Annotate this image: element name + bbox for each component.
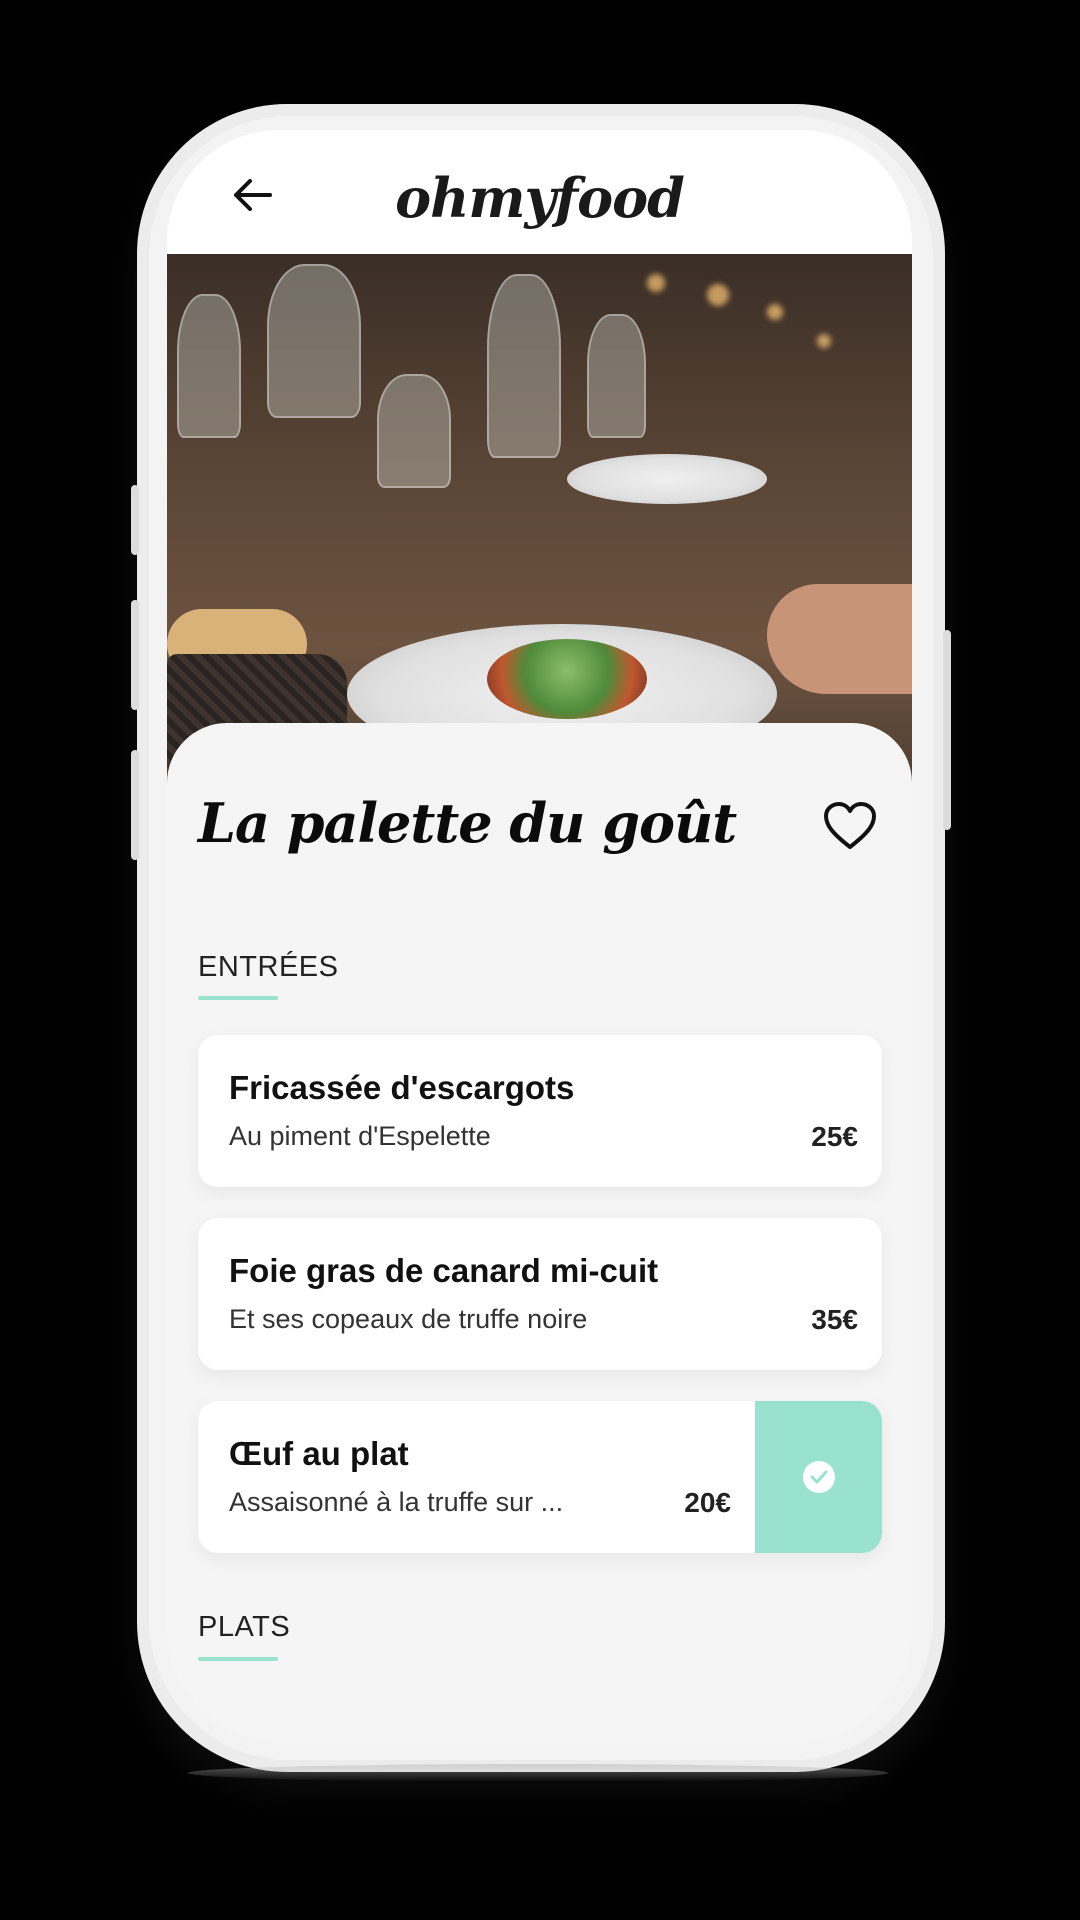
section-title-plats: PLATS — [198, 1611, 291, 1643]
menu-item-card[interactable]: Foie gras de canard mi-cuit Et ses copea… — [198, 1218, 882, 1370]
phone-side-button — [943, 630, 951, 830]
dish-description: Au piment d'Espelette — [229, 1121, 491, 1151]
image-wine-glass — [177, 294, 241, 438]
dish-description: Assaisonné à la truffe sur ... — [229, 1487, 564, 1517]
restaurant-title: La palette du goût — [198, 791, 737, 855]
dish-name: Fricassée d'escargots — [229, 1069, 575, 1106]
menu-item-card-selected[interactable]: Œuf au plat Assaisonné à la truffe sur .… — [198, 1401, 882, 1553]
phone-shadow — [188, 1764, 888, 1782]
dish-name: Foie gras de canard mi-cuit — [229, 1252, 659, 1289]
app-screen: ohmyfood La palette du goût ENTRÉES Fric… — [167, 130, 912, 1742]
image-food — [487, 639, 647, 719]
image-hand — [767, 584, 912, 694]
app-logo: ohmyfood — [395, 166, 685, 230]
dish-description: Et ses copeaux de truffe noire — [229, 1304, 588, 1334]
dish-price: 25€ — [811, 1121, 858, 1152]
image-bottle — [487, 274, 561, 458]
section-title-entrees: ENTRÉES — [198, 951, 339, 983]
phone-side-button — [131, 600, 139, 710]
app-header: ohmyfood — [167, 130, 912, 254]
dish-price: 20€ — [684, 1487, 731, 1518]
dish-name: Œuf au plat — [229, 1435, 409, 1472]
image-water-glass — [377, 374, 451, 488]
check-circle-icon — [802, 1461, 835, 1493]
image-wine-glass — [587, 314, 646, 438]
section-underline — [198, 1657, 278, 1661]
image-bokeh — [707, 284, 729, 306]
heart-outline-icon — [824, 802, 876, 849]
selected-indicator — [755, 1401, 882, 1553]
menu-item-card[interactable]: Fricassée d'escargots Au piment d'Espele… — [198, 1035, 882, 1187]
phone-side-button — [131, 750, 139, 860]
menu-content: La palette du goût ENTRÉES Fricassée d'e… — [167, 723, 912, 1742]
image-bokeh — [647, 274, 665, 292]
favorite-button[interactable] — [822, 801, 878, 851]
dish-price: 35€ — [811, 1304, 858, 1335]
phone-side-button — [131, 485, 139, 555]
image-bokeh — [817, 334, 831, 348]
image-plate — [567, 454, 767, 504]
section-underline — [198, 996, 278, 1000]
image-bokeh — [767, 304, 783, 320]
image-wine-glass — [267, 264, 361, 418]
